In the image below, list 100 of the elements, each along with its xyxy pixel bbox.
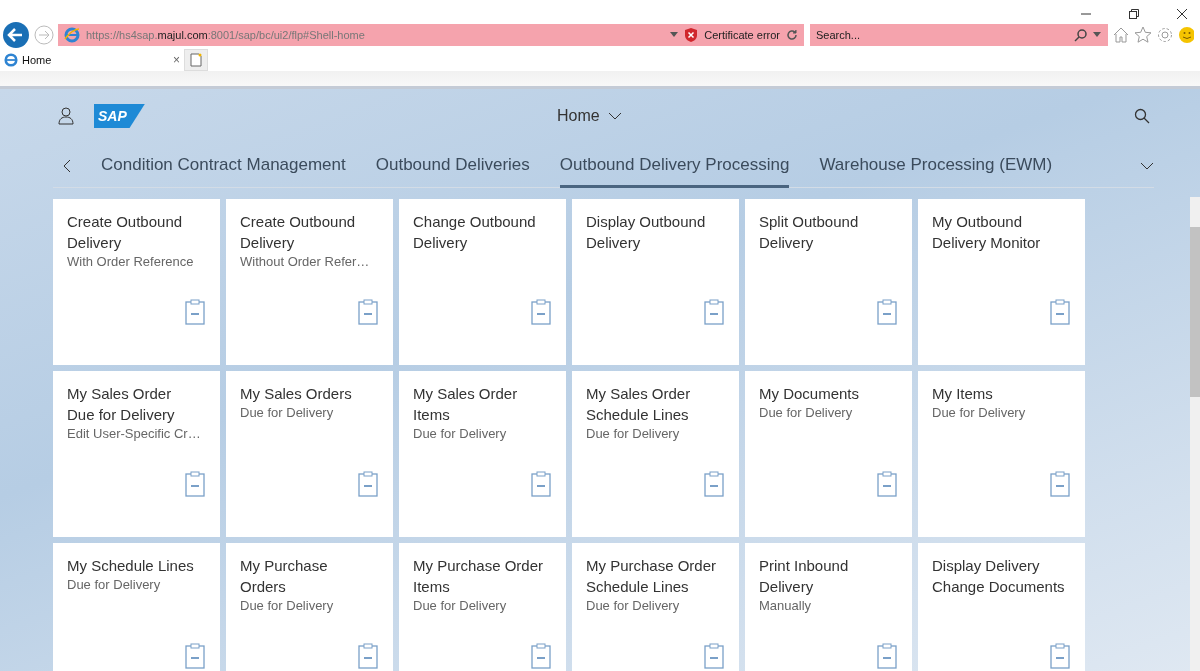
clipboard-icon xyxy=(877,299,897,325)
group-tab[interactable]: Outbound Deliveries xyxy=(375,145,530,188)
home-icon[interactable] xyxy=(1112,26,1130,44)
tile-title: Display Delivery Change Documents xyxy=(932,556,1065,597)
star-icon[interactable] xyxy=(1134,26,1152,44)
app-tile[interactable]: My Sales Order Schedule Lines Due for Delivery xyxy=(572,371,739,537)
clipboard-icon xyxy=(877,471,897,497)
logo: SAP xyxy=(94,104,145,128)
tile-title: My Purchase Orders xyxy=(240,556,329,597)
tile-subtitle: Manually xyxy=(759,598,813,613)
tile-title: My Sales Order Items xyxy=(413,384,519,425)
chevron-down-icon xyxy=(607,112,622,120)
refresh-icon[interactable] xyxy=(786,29,798,41)
app-tile[interactable]: Display Delivery Change Documents xyxy=(918,543,1085,671)
tile-title: Change Outbound Delivery xyxy=(413,212,537,253)
clipboard-icon xyxy=(1050,471,1070,497)
tab-close-button[interactable]: × xyxy=(173,53,180,67)
chevron-down-icon[interactable] xyxy=(1140,162,1154,170)
settings-icon[interactable] xyxy=(1156,26,1174,44)
tile-title: My Sales Orders xyxy=(240,384,353,404)
chevron-left-icon[interactable] xyxy=(63,159,71,173)
app-tile[interactable]: Create Outbound Delivery Without Order Refer… xyxy=(226,199,393,365)
app-tile[interactable]: My Purchase Order Schedule Lines Due for Delivery xyxy=(572,543,739,671)
app-tile[interactable]: Change Outbound Delivery xyxy=(399,199,566,365)
app-tile[interactable]: My Documents Due for Delivery xyxy=(745,371,912,537)
app-tile[interactable]: My Outbound Delivery Monitor xyxy=(918,199,1085,365)
clipboard-icon xyxy=(877,643,897,669)
browser-logo-icon xyxy=(64,27,80,43)
tile-subtitle: Due for Delivery xyxy=(759,405,854,420)
tile-title: Create Outbound Delivery xyxy=(240,212,357,253)
search-icon[interactable] xyxy=(1074,28,1088,42)
app-tile[interactable]: My Schedule Lines Due for Delivery xyxy=(53,543,220,671)
tile-subtitle: Due for Delivery xyxy=(586,598,681,613)
tile-subtitle: Without Order Refer… xyxy=(240,254,371,269)
tile-subtitle: Due for Delivery xyxy=(413,598,508,613)
user-icon[interactable] xyxy=(58,107,74,125)
tile-title: My Purchase Order Schedule Lines xyxy=(586,556,718,597)
app-tile[interactable]: Split Outbound Delivery xyxy=(745,199,912,365)
search-icon[interactable] xyxy=(1134,108,1150,124)
tile-subtitle: Due for Delivery xyxy=(932,405,1027,420)
tile-title: My Items xyxy=(932,384,994,404)
tile-title: Display Outbound Delivery xyxy=(586,212,707,253)
clipboard-icon xyxy=(358,299,378,325)
app-tile[interactable]: My Purchase Order Items Due for Delivery xyxy=(399,543,566,671)
tile-title: My Purchase Order Items xyxy=(413,556,545,597)
tile-title: My Schedule Lines xyxy=(67,556,195,576)
smiley-icon[interactable] xyxy=(1178,26,1194,44)
tile-subtitle: Due for Delivery xyxy=(413,426,508,441)
tile-subtitle: Due for Delivery xyxy=(240,405,335,420)
app-tile[interactable]: My Sales Order Due for Delivery Edit User-Specific Cr… xyxy=(53,371,220,537)
clipboard-icon xyxy=(704,643,724,669)
tile-subtitle: Due for Delivery xyxy=(240,598,335,613)
tile-subtitle: Due for Delivery xyxy=(67,577,162,592)
app-tile[interactable]: Print Inbound Delivery Manually xyxy=(745,543,912,671)
tile-title: My Sales Order Due for Delivery xyxy=(67,384,176,425)
clipboard-icon xyxy=(185,471,205,497)
clipboard-icon xyxy=(358,471,378,497)
dropdown-icon[interactable] xyxy=(1093,32,1101,38)
tile-title: Split Outbound Delivery xyxy=(759,212,860,253)
tile-title: My Outbound Delivery Monitor xyxy=(932,212,1042,253)
tile-subtitle: Edit User-Specific Cr… xyxy=(67,426,202,441)
clipboard-icon xyxy=(1050,643,1070,669)
clipboard-icon xyxy=(531,643,551,669)
certificate-error[interactable]: Certificate error xyxy=(704,29,780,41)
app-tile[interactable]: My Sales Order Items Due for Delivery xyxy=(399,371,566,537)
close-icon[interactable] xyxy=(1176,8,1188,20)
tile-title: Create Outbound Delivery xyxy=(67,212,184,253)
app-tile[interactable]: My Sales Orders Due for Delivery xyxy=(226,371,393,537)
clipboard-icon xyxy=(704,471,724,497)
app-tile[interactable]: Create Outbound Delivery With Order Reference xyxy=(53,199,220,365)
dropdown-icon[interactable] xyxy=(670,32,679,38)
app-tile[interactable]: My Items Due for Delivery xyxy=(918,371,1085,537)
home-menu-button[interactable]: Home xyxy=(164,107,1014,125)
shield-error-icon xyxy=(684,28,699,42)
new-page-icon xyxy=(190,53,202,67)
group-tab[interactable]: Condition Contract Management xyxy=(101,145,346,188)
tile-title: Print Inbound Delivery xyxy=(759,556,850,597)
tile-title: My Documents xyxy=(759,384,861,404)
tile-subtitle: With Order Reference xyxy=(67,254,195,269)
clipboard-icon xyxy=(531,299,551,325)
clipboard-icon xyxy=(704,299,724,325)
new-tab-button[interactable] xyxy=(184,49,208,71)
clipboard-icon xyxy=(531,471,551,497)
tile-subtitle: Due for Delivery xyxy=(586,426,681,441)
back-icon[interactable] xyxy=(2,21,30,49)
app-tile[interactable]: My Purchase Orders Due for Delivery xyxy=(226,543,393,671)
app-tile[interactable]: Display Outbound Delivery xyxy=(572,199,739,365)
address-bar[interactable]: https://hs4sap.majul.com:8001/sap/bc/ui2/flp#Shell-home Certificate error xyxy=(58,24,804,46)
clipboard-icon xyxy=(185,643,205,669)
clipboard-icon xyxy=(1050,299,1070,325)
tile-title: My Sales Order Schedule Lines xyxy=(586,384,692,425)
clipboard-icon xyxy=(185,299,205,325)
restore-icon[interactable] xyxy=(1128,8,1140,20)
browser-logo-icon xyxy=(4,53,18,67)
url-text: https://hs4sap.majul.com:8001/sap/bc/ui2/flp#Shell-home xyxy=(86,29,366,41)
group-tab[interactable]: Outbound Delivery Processing xyxy=(559,145,790,188)
clipboard-icon xyxy=(358,643,378,669)
group-tab[interactable]: Warehouse Processing (EWM) xyxy=(819,145,1053,188)
scrollbar[interactable] xyxy=(1190,197,1200,671)
search-field[interactable]: Search... xyxy=(810,24,1108,46)
